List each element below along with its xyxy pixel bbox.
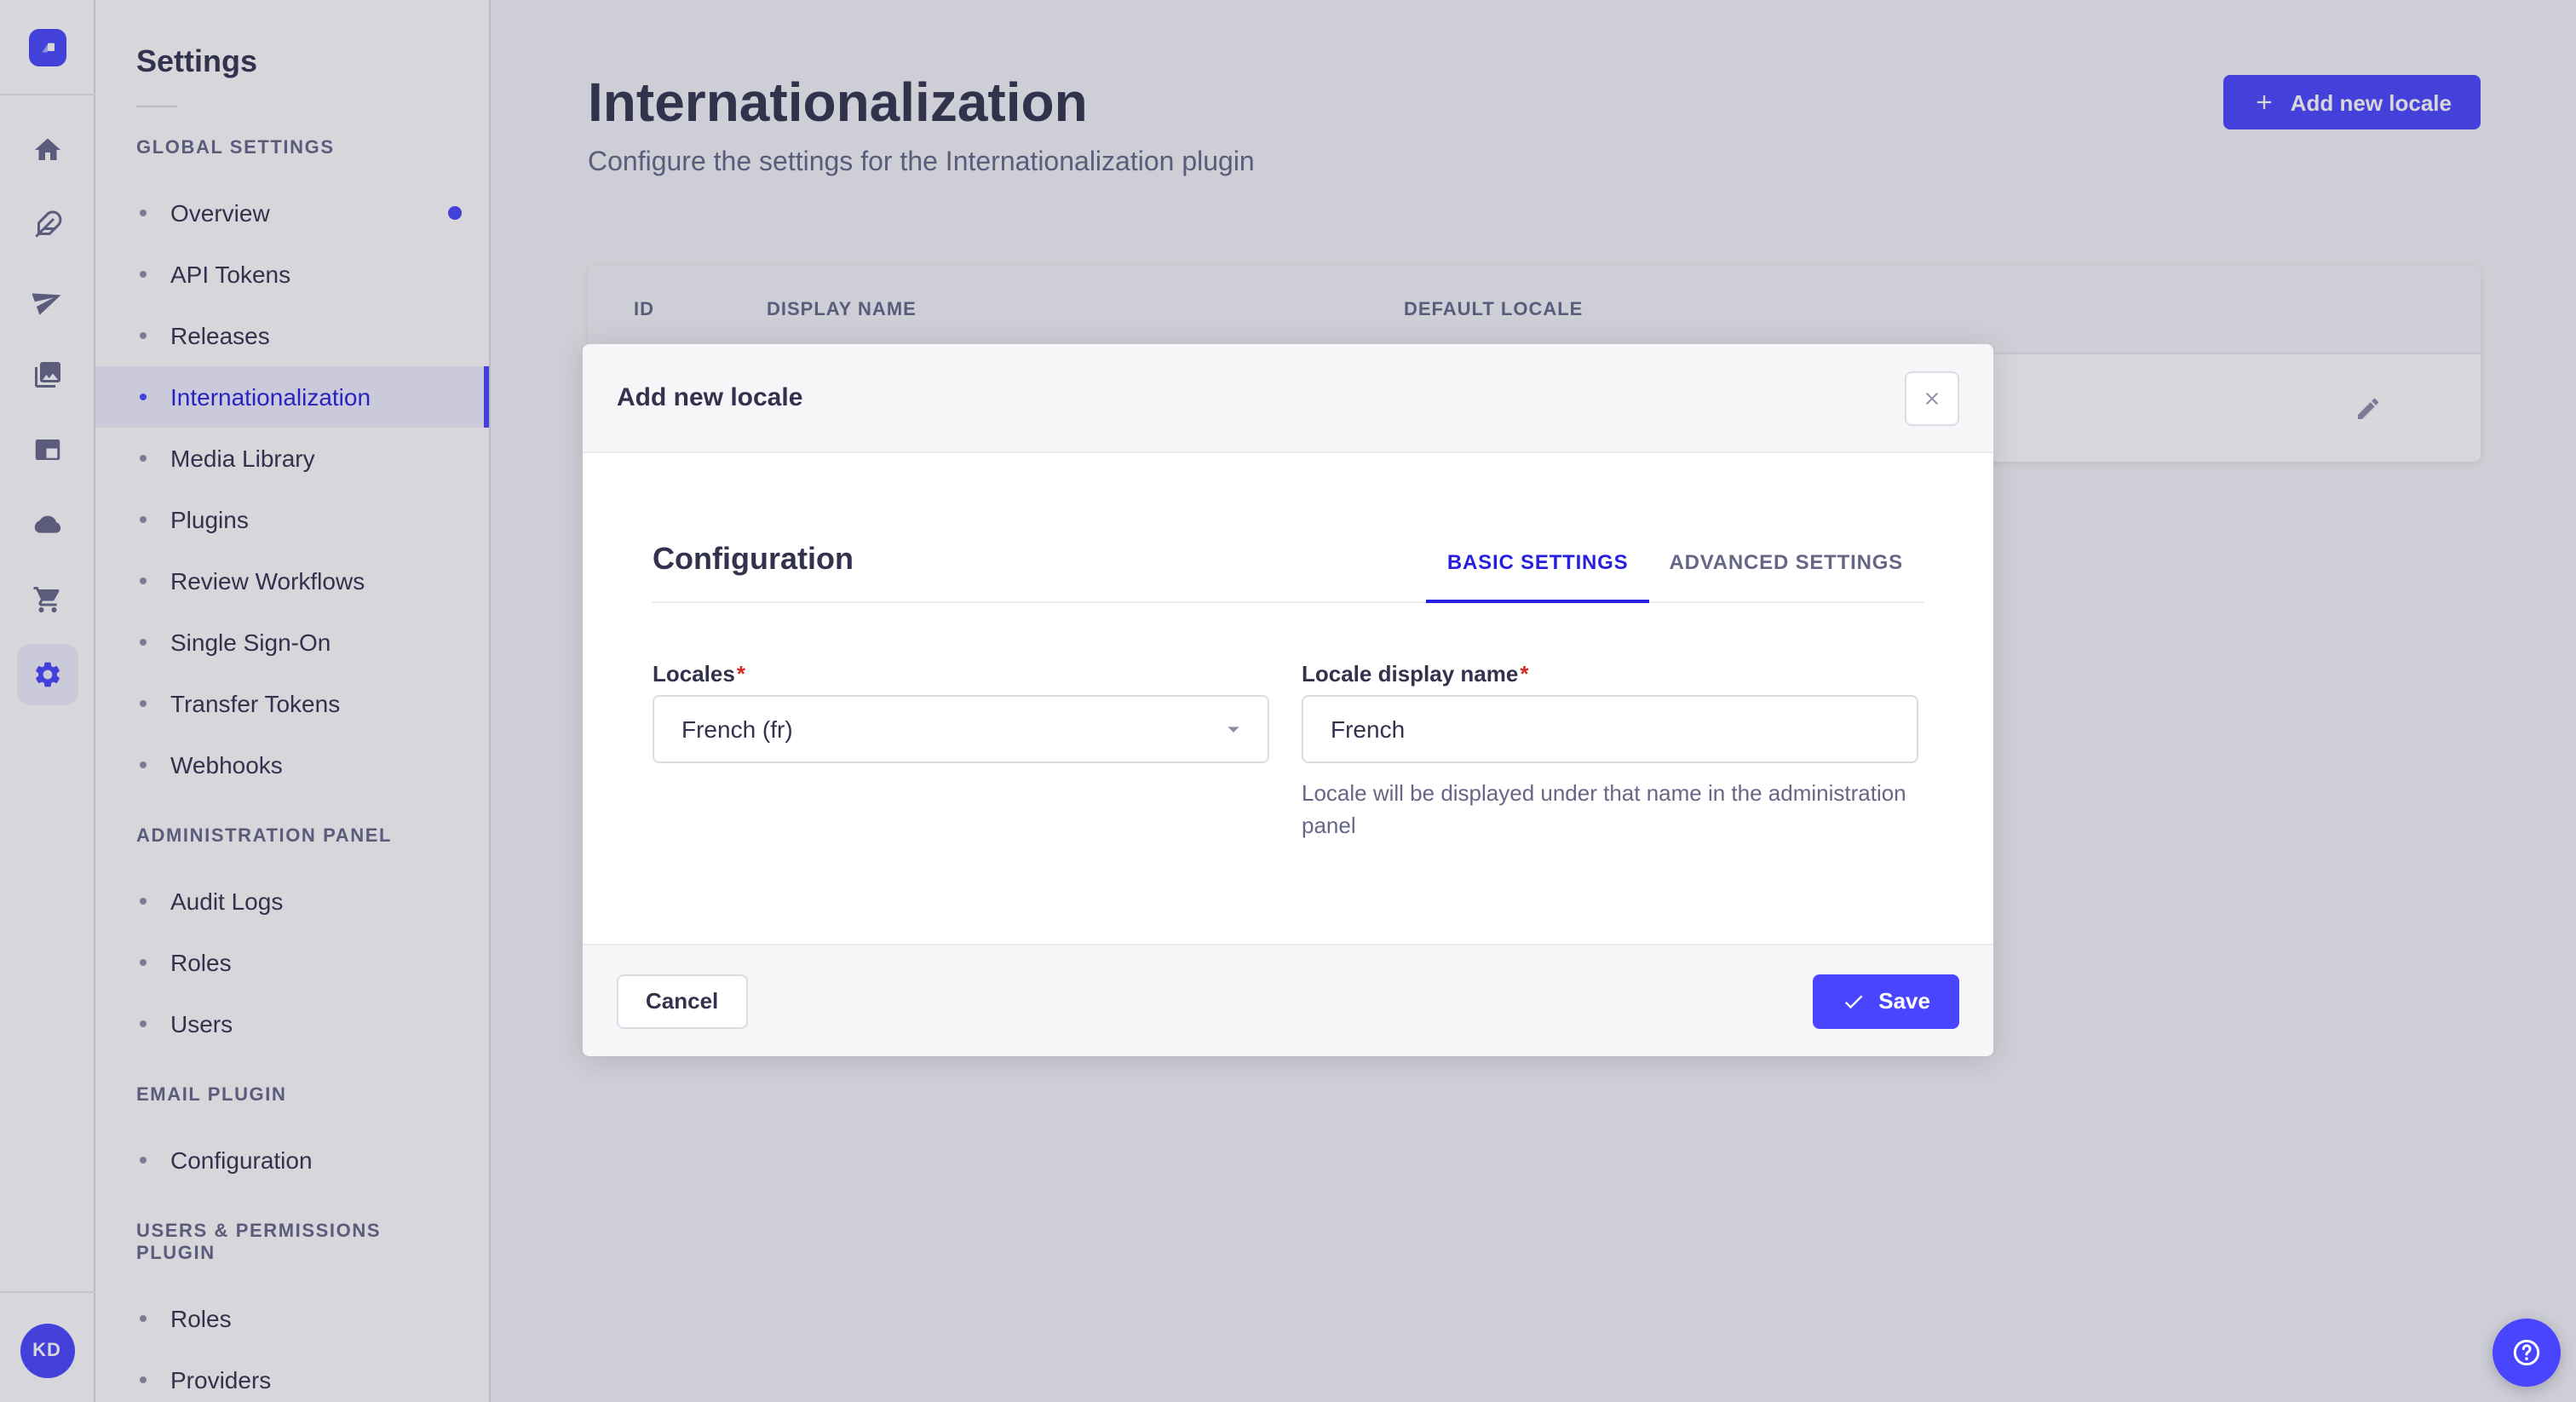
locales-label: Locales * (653, 661, 1269, 688)
modal-header: Add new locale (583, 344, 1993, 453)
modal-body: Configuration BASIC SETTINGS ADVANCED SE… (583, 453, 1993, 944)
display-name-hint: Locale will be displayed under that name… (1302, 780, 1906, 838)
strapi-admin-app: KD Settings GLOBAL SETTINGS Overview API… (0, 0, 2576, 1402)
tab-basic-settings[interactable]: BASIC SETTINGS (1426, 550, 1650, 603)
question-icon (2512, 1338, 2539, 1365)
display-name-field: Locale display name* Locale will be disp… (1302, 661, 1918, 842)
save-button[interactable]: Save (1812, 974, 1959, 1028)
modal-footer: Cancel Save (583, 944, 1993, 1056)
configuration-title: Configuration (653, 542, 854, 576)
modal-tabs: BASIC SETTINGS ADVANCED SETTINGS (1426, 550, 1923, 603)
display-name-label-text: Locale display name (1302, 661, 1519, 687)
required-asterisk: * (736, 661, 745, 687)
help-button[interactable] (2492, 1318, 2560, 1386)
close-icon (1926, 392, 1938, 404)
required-asterisk: * (1520, 661, 1529, 687)
save-label: Save (1878, 988, 1930, 1014)
check-icon (1844, 994, 1862, 1008)
locales-select-value: French (fr) (681, 715, 793, 743)
locales-select[interactable]: French (fr) (653, 695, 1269, 763)
modal-close-button[interactable] (1905, 371, 1959, 425)
modal-fields: Locales * French (fr) Locale display name… (653, 661, 1923, 842)
locales-label-text: Locales (653, 661, 735, 687)
cancel-button[interactable]: Cancel (617, 974, 748, 1028)
add-locale-modal: Add new locale Configuration BASIC SETTI… (583, 344, 1993, 1056)
locales-field: Locales * French (fr) (653, 661, 1269, 842)
configuration-header-row: Configuration BASIC SETTINGS ADVANCED SE… (653, 453, 1923, 603)
chevron-down-icon (1228, 727, 1239, 733)
display-name-input[interactable] (1302, 695, 1918, 763)
display-name-label: Locale display name * (1302, 661, 1918, 688)
tab-advanced-settings[interactable]: ADVANCED SETTINGS (1648, 550, 1923, 601)
modal-title: Add new locale (617, 383, 803, 412)
